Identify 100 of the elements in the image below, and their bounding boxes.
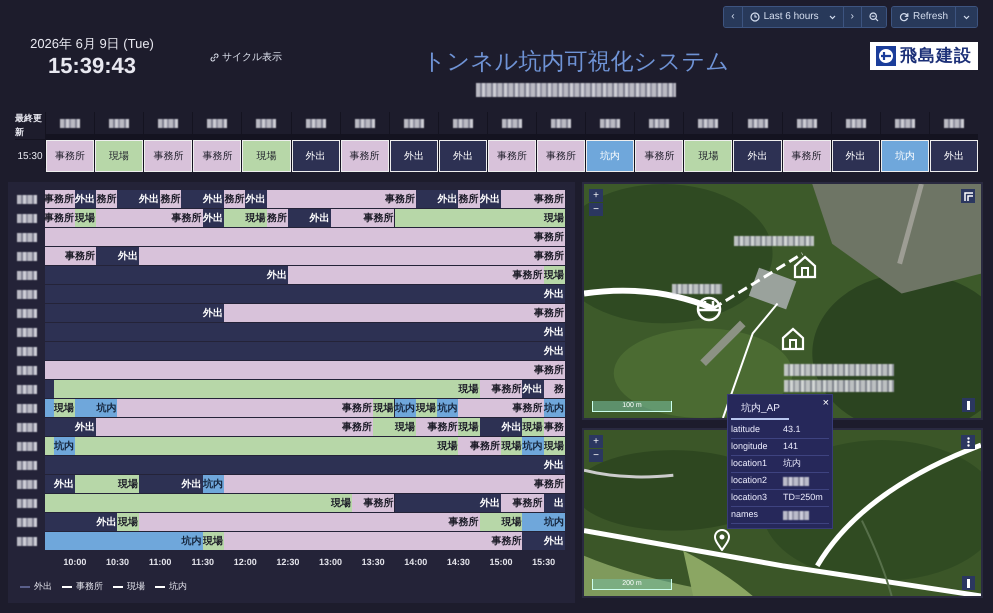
blurred-value xyxy=(783,476,809,486)
blurred-label xyxy=(256,118,276,128)
status-cell: 現場 xyxy=(242,140,291,172)
status-cell: 坑内 xyxy=(586,140,634,172)
status-bar: 事務所 xyxy=(501,494,544,512)
layers-button[interactable] xyxy=(961,189,975,203)
previous-button[interactable]: ‹ xyxy=(724,7,743,27)
info-icon xyxy=(967,400,970,410)
tunnel-icon xyxy=(696,296,722,322)
status-cell: 外出 xyxy=(390,140,438,172)
legend-label: 事務所 xyxy=(76,580,103,593)
status-cell: 坑内 xyxy=(880,140,929,172)
status-bar: 外出 xyxy=(202,209,224,227)
status-bar: 事務所 xyxy=(458,399,544,417)
status-bar: 外出 xyxy=(45,266,288,284)
blurred-label xyxy=(551,118,572,128)
blurred-label xyxy=(16,308,36,318)
refresh-button[interactable]: Refresh xyxy=(892,7,956,27)
status-cell: 外出 xyxy=(438,140,487,172)
status-bar: 現場 xyxy=(74,437,458,455)
status-bar: 務所 xyxy=(160,190,182,208)
layers-icon xyxy=(964,192,972,200)
status-bar: 事務所 xyxy=(224,475,565,493)
info-button[interactable] xyxy=(962,576,975,590)
house-icon xyxy=(780,326,806,352)
status-bar: 現場 xyxy=(522,418,544,436)
status-cell: 外出 xyxy=(733,140,782,172)
status-bar: 外出 xyxy=(138,475,203,493)
status-bar: 現場 xyxy=(480,513,522,531)
status-bar: 事務所 xyxy=(45,247,96,265)
logo-icon xyxy=(876,46,896,66)
blurred-label xyxy=(600,118,620,128)
status-bar: 事務所 xyxy=(352,494,394,512)
status-bar: 現場 xyxy=(74,209,96,227)
blurred-label xyxy=(672,284,722,294)
status-bar: 務所 xyxy=(96,190,118,208)
blurred-label xyxy=(60,118,80,128)
status-bar: 現場 xyxy=(224,209,267,227)
zoom-out-button[interactable] xyxy=(862,7,886,27)
property-key: names xyxy=(731,508,783,522)
status-cell: 事務所 xyxy=(144,140,192,172)
status-cell: 事務所 xyxy=(488,140,536,172)
status-bar: 外出 xyxy=(45,342,565,360)
status-bar: 坑内 xyxy=(522,437,544,455)
axis-label: 13:30 xyxy=(362,556,385,569)
blurred-label xyxy=(16,252,36,260)
status-bar: 現場 xyxy=(45,494,352,512)
blurred-value xyxy=(783,510,809,520)
board-header: 最終更新 xyxy=(15,112,45,139)
blurred-label xyxy=(944,118,964,128)
status-bar: 現場 xyxy=(416,399,438,417)
status-bar: 外出 xyxy=(45,513,118,531)
axis-label: 11:00 xyxy=(148,556,172,569)
legend-label: 外出 xyxy=(34,580,52,593)
status-cell: 事務所 xyxy=(782,140,831,172)
axis-label: 10:30 xyxy=(106,556,129,569)
blurred-label xyxy=(16,328,36,336)
blurred-label xyxy=(16,346,36,356)
blurred-label xyxy=(502,118,522,128)
property-key: location3 xyxy=(731,491,783,505)
clock-time: 15:39:43 xyxy=(46,54,138,78)
blurred-label xyxy=(649,118,670,128)
status-bar: 外出 xyxy=(45,475,75,493)
zoom-in-button[interactable]: + xyxy=(589,435,603,448)
property-key: latitude xyxy=(731,423,783,437)
status-bar: 外出 xyxy=(480,418,522,436)
blurred-label xyxy=(16,232,36,242)
zoom-out-button[interactable]: − xyxy=(589,449,603,462)
status-bar: 事務所 xyxy=(138,513,480,531)
zoom-out-button[interactable]: − xyxy=(589,203,603,216)
clock-icon xyxy=(750,12,760,22)
blurred-label xyxy=(16,194,36,204)
status-bar: 事務所 xyxy=(117,399,374,417)
status-bar: 現場 xyxy=(501,437,522,455)
status-bar: 事務所 xyxy=(266,190,416,208)
status-bar: 現場 xyxy=(394,209,565,227)
status-bar: 現場 xyxy=(202,532,224,550)
status-bar: 務所 xyxy=(266,209,288,227)
status-bar: 外出 xyxy=(288,209,331,227)
status-bar: 事務所 xyxy=(45,361,565,379)
blurred-label xyxy=(16,270,36,280)
zoom-in-button[interactable]: + xyxy=(589,189,603,202)
property-key: location1 xyxy=(731,457,783,471)
axis-label: 15:00 xyxy=(490,556,513,569)
property-value: 坑内 xyxy=(783,457,801,470)
status-bar: 外出 xyxy=(480,190,502,208)
close-button[interactable]: × xyxy=(822,398,829,409)
axis-label: 11:30 xyxy=(191,556,214,569)
legend-label: 現場 xyxy=(127,580,145,593)
property-key: location2 xyxy=(731,474,783,488)
time-range-button[interactable]: Last 6 hours xyxy=(742,7,844,27)
status-bar: 外出 xyxy=(45,304,224,322)
next-button[interactable]: › xyxy=(844,7,862,27)
status-bar: 事務所 xyxy=(45,228,565,246)
status-bar: 外出 xyxy=(45,456,565,474)
cycle-view-link[interactable]: サイクル表示 xyxy=(210,50,282,64)
info-button[interactable] xyxy=(962,398,975,412)
more-button[interactable] xyxy=(961,435,975,449)
status-bar: 事務所 xyxy=(288,266,544,284)
blurred-label xyxy=(452,118,473,128)
